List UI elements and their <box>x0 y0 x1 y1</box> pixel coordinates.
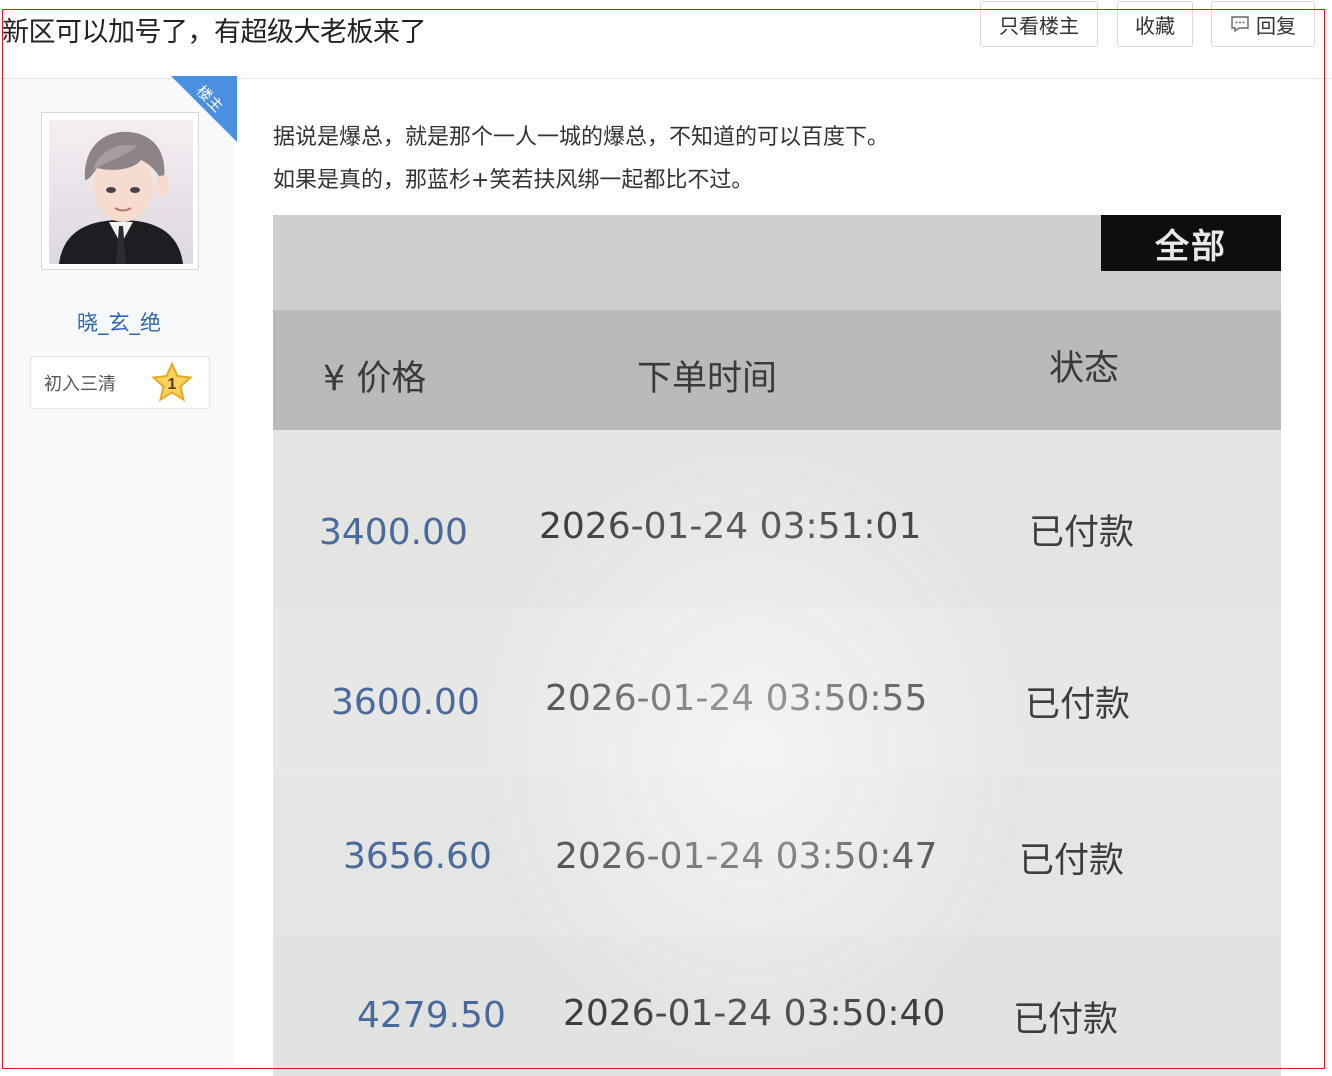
photo-status: 已付款 <box>1029 513 1135 553</box>
reply-button[interactable]: 回复 <box>1211 1 1315 47</box>
user-level: 初入三清 1 <box>30 356 210 409</box>
photo-time: 2026-01-24 03:50:47 <box>555 836 938 877</box>
only-author-button[interactable]: 只看楼主 <box>980 1 1098 47</box>
star-icon: 1 <box>151 362 193 402</box>
post-line: 据说是爆总，就是那个一人一城的爆总，不知道的可以百度下。 <box>273 125 890 150</box>
photo-row: 4279.50 2026-01-24 03:50:40 已付款 <box>273 937 1281 1076</box>
photo-row: 3600.00 2026-01-24 03:50:55 已付款 <box>273 608 1281 776</box>
photo-status: 已付款 <box>1019 841 1125 881</box>
photo-tab-all: 全部 <box>1101 215 1281 271</box>
author-badge: 楼主 <box>171 76 237 142</box>
username-link[interactable]: 晓_玄_绝 <box>3 307 235 337</box>
comment-icon <box>1231 16 1249 33</box>
photo-price: 4279.50 <box>357 995 506 1036</box>
photo-status: 已付款 <box>1025 685 1131 725</box>
photo-table-header: ¥ 价格 下单时间 状态 <box>273 310 1281 430</box>
post-image[interactable]: 全部 ¥ 价格 下单时间 状态 3400.00 2026-01-24 03:51… <box>273 215 1281 1076</box>
photo-time: 2026-01-24 03:50:40 <box>563 993 946 1034</box>
thread-title: 新区可以加号了，有超级大老板来了 <box>2 17 427 48</box>
photo-col-time: 下单时间 <box>637 359 778 399</box>
photo-row: 3400.00 2026-01-24 03:51:01 已付款 <box>273 430 1281 610</box>
photo-time: 2026-01-24 03:50:55 <box>545 678 928 719</box>
photo-price: 3400.00 <box>319 512 468 553</box>
author-sidebar: 楼主 晓_玄_绝 初入三清 1 <box>3 76 237 1069</box>
photo-time: 2026-01-24 03:51:01 <box>539 506 922 547</box>
level-number: 1 <box>168 376 177 393</box>
photo-row: 3656.60 2026-01-24 03:50:47 已付款 <box>273 774 1281 939</box>
photo-status: 已付款 <box>1013 1000 1119 1040</box>
favorite-button[interactable]: 收藏 <box>1117 1 1193 47</box>
photo-col-status: 状态 <box>1049 349 1120 389</box>
level-title: 初入三清 <box>44 374 116 395</box>
photo-price: 3600.00 <box>331 682 480 723</box>
photo-price: 3656.60 <box>343 836 492 877</box>
post-header: 新区可以加号了，有超级大老板来了 只看楼主 收藏 回复 <box>0 0 1332 79</box>
photo-col-price: ¥ 价格 <box>323 359 427 399</box>
post-line: 如果是真的，那蓝杉+笑若扶风绑一起都比不过。 <box>273 168 754 193</box>
post-body: 据说是爆总，就是那个一人一城的爆总，不知道的可以百度下。 如果是真的，那蓝杉+笑… <box>273 116 1283 202</box>
reply-button-label: 回复 <box>1256 13 1296 38</box>
